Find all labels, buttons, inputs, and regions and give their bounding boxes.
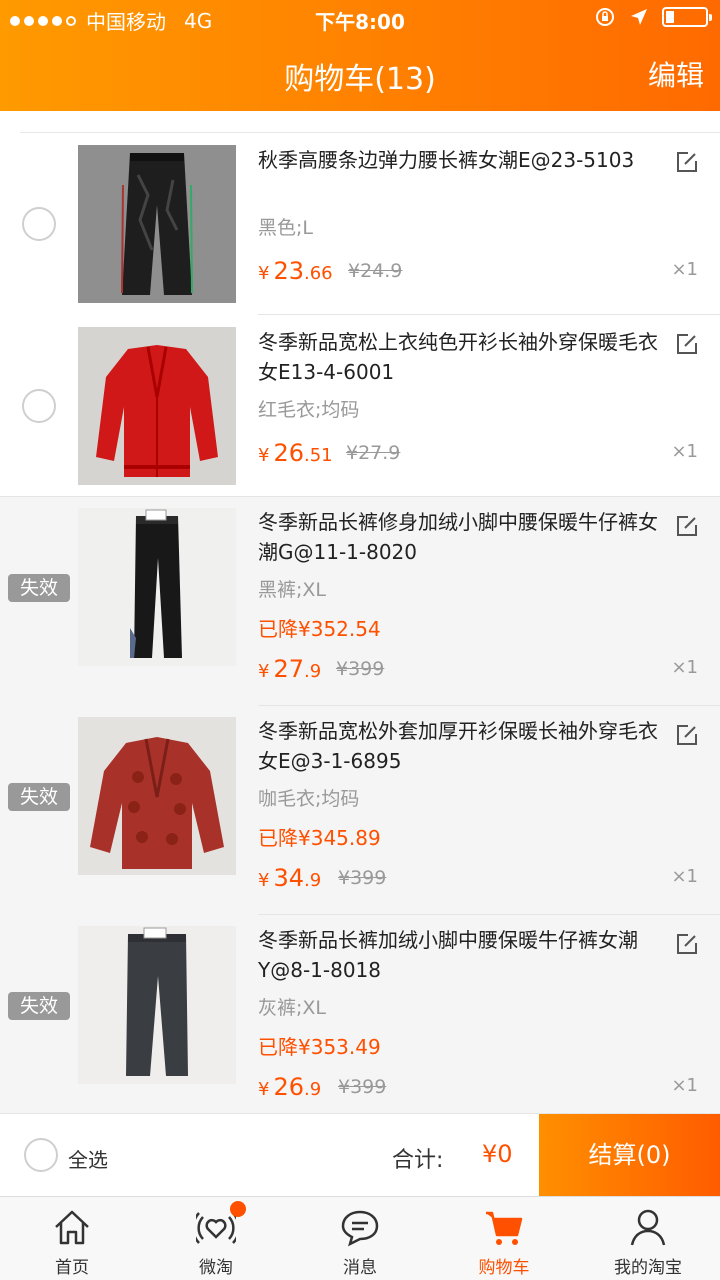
notification-dot (230, 1201, 246, 1217)
total-label: 合计: (392, 1148, 444, 1173)
original-price: ¥399 (336, 658, 385, 680)
cart-item-invalid[interactable]: 失效 冬季新品宽松外套加厚开衫保暖长袖外穿毛衣女E@3-1-6895 咖毛衣;均… (0, 706, 720, 915)
current-price: ¥26.51 (258, 439, 333, 467)
price-drop-label: 已降¥352.54 (258, 617, 381, 641)
item-select-radio[interactable] (22, 389, 56, 423)
tab-label: 首页 (55, 1258, 89, 1278)
cart-item[interactable]: 冬季新品宽松上衣纯色开衫长袖外穿保暖毛衣女E13-4-6001 红毛衣;均码 ¥… (0, 315, 720, 497)
product-image[interactable] (78, 717, 236, 875)
edit-item-icon[interactable] (676, 333, 698, 355)
tab-weitao[interactable]: 微淘 (144, 1197, 288, 1280)
tab-label: 消息 (343, 1258, 377, 1278)
product-sku: 黑色;L (258, 217, 313, 239)
product-image[interactable] (78, 327, 236, 485)
cart-item-invalid[interactable]: 失效 冬季新品长裤修身加绒小脚中腰保暖牛仔裤女潮G@11-1-8020 黑裤;X… (0, 497, 720, 706)
item-quantity: ×1 (671, 866, 698, 887)
select-all-label[interactable]: 全选 (68, 1144, 108, 1173)
product-image[interactable] (78, 926, 236, 1084)
original-price: ¥399 (338, 867, 387, 889)
product-image[interactable] (78, 508, 236, 666)
price-drop-label: 已降¥353.49 (258, 1035, 381, 1059)
product-sku: 黑裤;XL (258, 579, 327, 601)
battery-icon (662, 7, 712, 27)
cart-list[interactable]: 秋季高腰条边弹力腰长裤女潮E@23-5103 黑色;L ¥23.66 ¥24.9… (0, 111, 720, 1113)
product-title[interactable]: 秋季高腰条边弹力腰长裤女潮E@23-5103 (258, 145, 658, 175)
heart-wave-icon (196, 1212, 236, 1244)
edit-item-icon[interactable] (676, 933, 698, 955)
tab-home[interactable]: 首页 (0, 1197, 144, 1280)
tab-label: 微淘 (199, 1258, 233, 1278)
checkout-button[interactable]: 结算(0) (539, 1114, 720, 1197)
edit-item-icon[interactable] (676, 724, 698, 746)
current-price: ¥26.9 (258, 1073, 322, 1101)
original-price: ¥399 (338, 1076, 387, 1098)
edit-item-icon[interactable] (676, 151, 698, 173)
current-price: ¥27.9 (258, 655, 322, 683)
home-icon (55, 1210, 89, 1245)
cart-item-invalid[interactable]: 失效 冬季新品长裤加绒小脚中腰保暖牛仔裤女潮Y@8-1-8018 灰裤;XL 已… (0, 915, 720, 1113)
orientation-lock-icon (596, 8, 614, 26)
current-price: ¥23.66 (258, 257, 333, 285)
checkout-bar: 全选 合计: ¥0 结算(0) (0, 1113, 720, 1197)
tab-bar: 首页 微淘 消息 购物车 我的淘宝 (0, 1196, 720, 1280)
header: 中国移动 4G 下午8:00 购物车(13) 编辑 (0, 0, 720, 111)
item-quantity: ×1 (671, 259, 698, 280)
item-quantity: ×1 (671, 1075, 698, 1096)
invalid-badge: 失效 (8, 783, 70, 811)
person-icon (630, 1209, 666, 1246)
cart-icon (486, 1211, 523, 1245)
page-title: 购物车(13) (284, 62, 436, 97)
original-price: ¥24.9 (348, 260, 403, 282)
product-title[interactable]: 冬季新品宽松上衣纯色开衫长袖外穿保暖毛衣女E13-4-6001 (258, 327, 658, 387)
tab-messages[interactable]: 消息 (288, 1197, 432, 1280)
original-price: ¥27.9 (346, 442, 401, 464)
product-title[interactable]: 冬季新品长裤修身加绒小脚中腰保暖牛仔裤女潮G@11-1-8020 (258, 507, 658, 567)
cart-item[interactable]: 秋季高腰条边弹力腰长裤女潮E@23-5103 黑色;L ¥23.66 ¥24.9… (0, 133, 720, 315)
product-sku: 红毛衣;均码 (258, 399, 360, 421)
product-title[interactable]: 冬季新品长裤加绒小脚中腰保暖牛仔裤女潮Y@8-1-8018 (258, 925, 658, 985)
tab-label: 购物车 (478, 1258, 530, 1278)
product-sku: 咖毛衣;均码 (258, 788, 360, 810)
item-quantity: ×1 (671, 657, 698, 678)
product-image[interactable] (78, 145, 236, 303)
item-quantity: ×1 (671, 441, 698, 462)
tab-cart[interactable]: 购物车 (432, 1197, 576, 1280)
edit-button[interactable]: 编辑 (648, 54, 704, 94)
select-all-radio[interactable] (24, 1138, 58, 1172)
invalid-badge: 失效 (8, 992, 70, 1020)
product-sku: 灰裤;XL (258, 997, 327, 1019)
item-select-radio[interactable] (22, 207, 56, 241)
location-arrow-icon (631, 9, 647, 25)
chat-bubble-icon (341, 1210, 379, 1247)
tab-label: 我的淘宝 (614, 1258, 682, 1278)
current-price: ¥34.9 (258, 864, 322, 892)
total-amount: ¥0 (482, 1140, 513, 1168)
status-bar: 中国移动 4G 下午8:00 (0, 0, 720, 36)
price-drop-label: 已降¥345.89 (258, 826, 381, 850)
edit-item-icon[interactable] (676, 515, 698, 537)
tab-my-taobao[interactable]: 我的淘宝 (576, 1197, 720, 1280)
product-title[interactable]: 冬季新品宽松外套加厚开衫保暖长袖外穿毛衣女E@3-1-6895 (258, 716, 658, 776)
invalid-badge: 失效 (8, 574, 70, 602)
